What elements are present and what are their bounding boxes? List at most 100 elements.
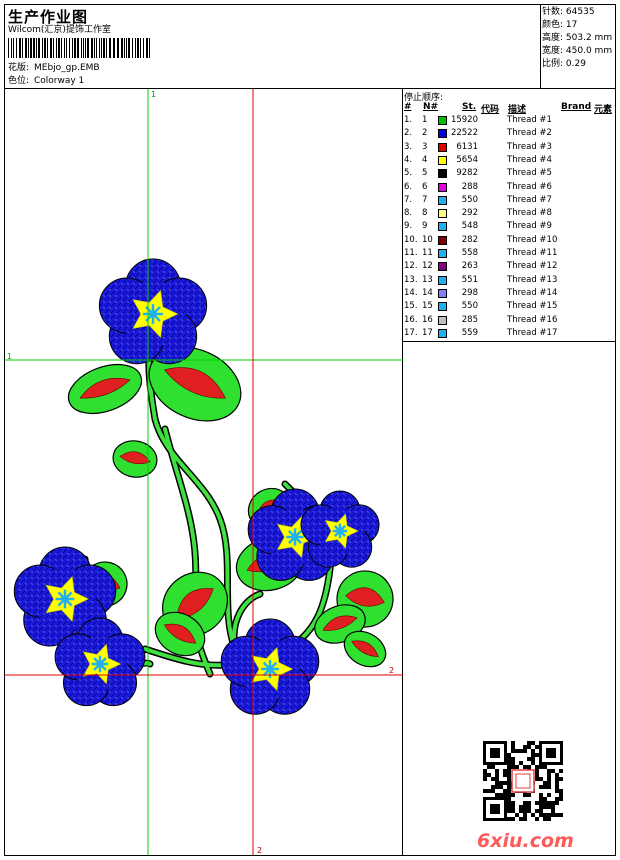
row-needle: 17 (422, 327, 433, 338)
stat-width: 宽度: 450.0 mm (542, 46, 613, 56)
stats-divider (540, 4, 541, 88)
row-stitches: 15920 (450, 115, 478, 125)
row-stitches: 282 (461, 234, 478, 245)
row-desc: Thread #5 (507, 168, 552, 179)
colorway-value: Colorway 1 (34, 76, 85, 86)
table-row: 13. 13 551 Thread #13 (403, 274, 615, 287)
row-num: 10. (404, 234, 418, 245)
table-row: 17. 17 559 Thread #17 (403, 327, 615, 340)
color-swatch (438, 302, 447, 312)
guide-label-red-v: 2 (257, 846, 262, 855)
color-swatch (438, 328, 447, 338)
leaf (112, 440, 158, 478)
row-num: 15. (404, 301, 418, 312)
table-row: 12. 12 263 Thread #12 (403, 260, 615, 273)
color-swatch (438, 182, 447, 192)
guide-label-green-h: 1 (7, 352, 12, 361)
color-swatch (438, 195, 447, 205)
row-desc: Thread #12 (507, 261, 558, 272)
row-stitches: 551 (461, 274, 478, 285)
row-needle: 1 (422, 115, 428, 125)
guide-label-green-v: 1 (151, 90, 156, 99)
row-num: 2. (404, 128, 413, 139)
table-row: 4. 4 5654 Thread #4 (403, 154, 615, 167)
col-num: # (404, 102, 412, 112)
col-stitches: St. (462, 102, 477, 112)
row-desc: Thread #16 (507, 314, 558, 325)
color-swatch (438, 262, 447, 272)
table-row: 8. 8 292 Thread #8 (403, 207, 615, 220)
row-desc: Thread #11 (507, 248, 558, 258)
row-stitches: 548 (461, 221, 478, 232)
table-row: 15. 15 550 Thread #15 (403, 300, 615, 313)
row-desc: Thread #6 (507, 181, 552, 192)
row-needle: 16 (422, 314, 433, 325)
col-needle: N# (423, 102, 439, 112)
stat-height: 高度: 503.2 mm (542, 33, 613, 43)
row-desc: Thread #15 (507, 301, 558, 312)
row-stitches: 6131 (456, 141, 478, 152)
color-swatch (438, 315, 447, 325)
row-needle: 10 (422, 234, 433, 245)
row-desc: Thread #7 (507, 194, 552, 205)
stat-stitches: 针数: 64535 (542, 7, 595, 17)
row-stitches: 22522 (450, 128, 478, 139)
row-stitches: 288 (461, 181, 478, 192)
row-stitches: 263 (461, 261, 478, 272)
qr-code (482, 740, 564, 822)
color-swatch (438, 169, 447, 179)
color-swatch (438, 116, 447, 125)
row-num: 12. (404, 261, 418, 272)
colorway-label: 色位: (8, 76, 30, 86)
row-num: 4. (404, 154, 413, 165)
row-desc: Thread #1 (507, 115, 552, 125)
color-swatch (438, 275, 447, 285)
table-row: 3. 3 6131 Thread #3 (403, 141, 615, 154)
col-brand: Brand (561, 102, 592, 112)
row-needle: 7 (422, 194, 428, 205)
row-stitches: 9282 (456, 168, 478, 179)
table-row: 6. 6 288 Thread #6 (403, 181, 615, 194)
embroidery-preview: 1 1 2 2 (5, 89, 403, 855)
row-desc: Thread #17 (507, 327, 558, 338)
design-label: 花版: (8, 63, 30, 73)
table-row: 7. 7 550 Thread #7 (403, 194, 615, 207)
color-swatch (438, 129, 447, 139)
flower (98, 258, 208, 365)
color-swatch (438, 222, 447, 232)
row-stitches: 550 (461, 194, 478, 205)
stat-scale: 比例: 0.29 (542, 59, 586, 69)
table-row: 16. 16 285 Thread #16 (403, 314, 615, 327)
color-swatch (438, 288, 447, 298)
design-filename: MEbjo_gp.EMB (34, 63, 100, 73)
barcode (8, 38, 150, 58)
row-needle: 12 (422, 261, 433, 272)
row-num: 14. (404, 287, 418, 298)
row-desc: Thread #10 (507, 234, 558, 245)
row-desc: Thread #9 (507, 221, 552, 232)
row-desc: Thread #8 (507, 208, 552, 219)
guide-label-red-h: 2 (389, 666, 394, 675)
color-swatch (438, 235, 447, 245)
row-num: 9. (404, 221, 413, 232)
color-swatch (438, 209, 447, 219)
row-num: 6. (404, 181, 413, 192)
row-needle: 4 (422, 154, 428, 165)
row-needle: 5 (422, 168, 428, 179)
row-needle: 14 (422, 287, 433, 298)
row-needle: 11 (422, 248, 433, 258)
row-num: 17. (404, 327, 418, 338)
table-row: 10. 10 282 Thread #10 (403, 234, 615, 247)
watermark-logo: 6xiu.com (477, 830, 574, 852)
table-row: 5. 5 9282 Thread #5 (403, 167, 615, 180)
row-desc: Thread #2 (507, 128, 552, 139)
row-num: 8. (404, 208, 413, 219)
row-stitches: 292 (461, 208, 478, 219)
table-row: 2. 2 22522 Thread #2 (403, 127, 615, 140)
row-needle: 2 (422, 128, 428, 139)
row-stitches: 5654 (456, 154, 478, 165)
row-stitches: 550 (461, 301, 478, 312)
row-needle: 8 (422, 208, 428, 219)
row-stitches: 285 (461, 314, 478, 325)
row-num: 3. (404, 141, 413, 152)
